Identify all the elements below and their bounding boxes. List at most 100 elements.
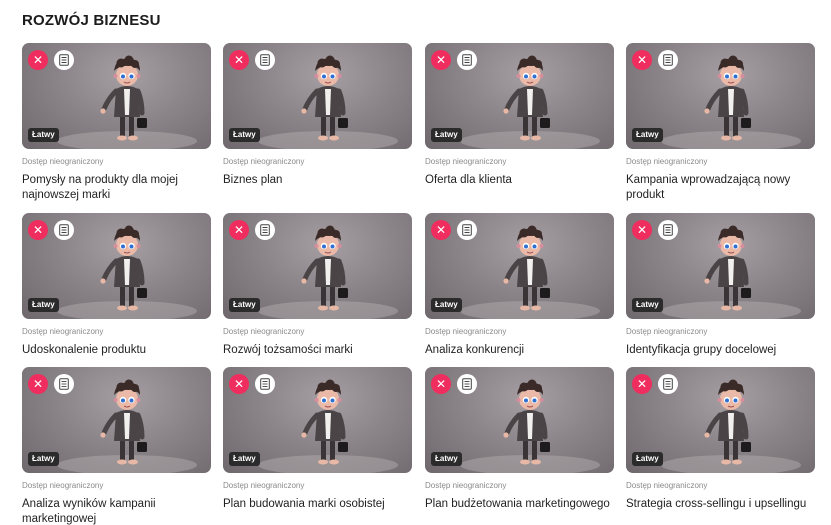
card-title[interactable]: Oferta dla klienta	[425, 173, 614, 188]
difficulty-badge: Łatwy	[431, 298, 462, 312]
document-icon	[260, 54, 270, 66]
difficulty-badge: Łatwy	[632, 452, 663, 466]
access-label: Dostęp nieograniczony	[223, 481, 305, 490]
access-label: Dostęp nieograniczony	[626, 157, 708, 166]
template-card[interactable]: ✕ Łatwy Dostęp nieograniczony Plan budow…	[223, 367, 412, 512]
access-label: Dostęp nieograniczony	[223, 157, 305, 166]
close-icon: ✕	[435, 377, 447, 391]
template-thumbnail[interactable]: ✕ Łatwy	[626, 367, 815, 473]
document-icon	[462, 54, 472, 66]
template-card[interactable]: ✕ Łatwy Dostęp nieograniczony Plan budże…	[425, 367, 614, 512]
access-label: Dostęp nieograniczony	[22, 327, 104, 336]
difficulty-badge: Łatwy	[229, 452, 260, 466]
close-icon: ✕	[636, 53, 648, 67]
card-title[interactable]: Pomysły na produkty dla mojej najnowszej…	[22, 173, 211, 203]
difficulty-badge: Łatwy	[229, 298, 260, 312]
card-title[interactable]: Biznes plan	[223, 173, 412, 188]
close-icon: ✕	[233, 223, 245, 237]
template-thumbnail[interactable]: ✕ Łatwy	[22, 367, 211, 473]
template-card[interactable]: ✕ Łatwy Dostęp nieograniczony Identyfika…	[626, 213, 815, 358]
card-title[interactable]: Rozwój tożsamości marki	[223, 343, 412, 358]
difficulty-badge: Łatwy	[229, 128, 260, 142]
document-icon	[59, 224, 69, 236]
card-title[interactable]: Kampania wprowadzającą nowy produkt	[626, 173, 815, 203]
card-title[interactable]: Plan budowania marki osobistej	[223, 497, 412, 512]
details-button[interactable]	[255, 374, 275, 394]
card-title[interactable]: Analiza konkurencji	[425, 343, 614, 358]
remove-button[interactable]: ✕	[28, 374, 48, 394]
difficulty-badge: Łatwy	[632, 128, 663, 142]
remove-button[interactable]: ✕	[229, 50, 249, 70]
difficulty-badge: Łatwy	[431, 128, 462, 142]
template-thumbnail[interactable]: ✕ Łatwy	[223, 43, 412, 149]
template-thumbnail[interactable]: ✕ Łatwy	[425, 213, 614, 319]
template-card[interactable]: ✕ Łatwy Dostęp nieograniczony Analiza wy…	[22, 367, 211, 525]
details-button[interactable]	[457, 220, 477, 240]
close-icon: ✕	[233, 377, 245, 391]
remove-button[interactable]: ✕	[28, 220, 48, 240]
details-button[interactable]	[457, 50, 477, 70]
difficulty-badge: Łatwy	[431, 452, 462, 466]
details-button[interactable]	[658, 220, 678, 240]
template-thumbnail[interactable]: ✕ Łatwy	[626, 213, 815, 319]
remove-button[interactable]: ✕	[28, 50, 48, 70]
details-button[interactable]	[54, 220, 74, 240]
template-card[interactable]: ✕ Łatwy Dostęp nieograniczony Udoskonale…	[22, 213, 211, 358]
document-icon	[260, 378, 270, 390]
access-label: Dostęp nieograniczony	[223, 327, 305, 336]
close-icon: ✕	[435, 223, 447, 237]
difficulty-badge: Łatwy	[28, 298, 59, 312]
details-button[interactable]	[54, 374, 74, 394]
card-title[interactable]: Udoskonalenie produktu	[22, 343, 211, 358]
card-title[interactable]: Plan budżetowania marketingowego	[425, 497, 614, 512]
template-card[interactable]: ✕ Łatwy Dostęp nieograniczony Oferta dla…	[425, 43, 614, 188]
remove-button[interactable]: ✕	[229, 374, 249, 394]
template-card[interactable]: ✕ Łatwy Dostęp nieograniczony Pomysły na…	[22, 43, 211, 203]
details-button[interactable]	[457, 374, 477, 394]
details-button[interactable]	[658, 50, 678, 70]
details-button[interactable]	[255, 220, 275, 240]
access-label: Dostęp nieograniczony	[425, 157, 507, 166]
remove-button[interactable]: ✕	[229, 220, 249, 240]
close-icon: ✕	[233, 53, 245, 67]
document-icon	[462, 378, 472, 390]
template-thumbnail[interactable]: ✕ Łatwy	[22, 213, 211, 319]
template-thumbnail[interactable]: ✕ Łatwy	[223, 367, 412, 473]
access-label: Dostęp nieograniczony	[425, 327, 507, 336]
remove-button[interactable]: ✕	[431, 374, 451, 394]
access-label: Dostęp nieograniczony	[22, 157, 104, 166]
access-label: Dostęp nieograniczony	[626, 327, 708, 336]
template-card[interactable]: ✕ Łatwy Dostęp nieograniczony Rozwój toż…	[223, 213, 412, 358]
template-thumbnail[interactable]: ✕ Łatwy	[425, 367, 614, 473]
remove-button[interactable]: ✕	[431, 50, 451, 70]
card-title[interactable]: Strategia cross-sellingu i upsellingu	[626, 497, 815, 512]
access-label: Dostęp nieograniczony	[425, 481, 507, 490]
card-title[interactable]: Analiza wyników kampanii marketingowej	[22, 497, 211, 525]
template-thumbnail[interactable]: ✕ Łatwy	[425, 43, 614, 149]
document-icon	[59, 378, 69, 390]
remove-button[interactable]: ✕	[632, 220, 652, 240]
template-thumbnail[interactable]: ✕ Łatwy	[223, 213, 412, 319]
template-card[interactable]: ✕ Łatwy Dostęp nieograniczony Strategia …	[626, 367, 815, 512]
remove-button[interactable]: ✕	[632, 50, 652, 70]
card-grid: ✕ Łatwy Dostęp nieograniczony Pomysły na…	[22, 43, 815, 525]
template-card[interactable]: ✕ Łatwy Dostęp nieograniczony Kampania w…	[626, 43, 815, 203]
details-button[interactable]	[255, 50, 275, 70]
details-button[interactable]	[658, 374, 678, 394]
template-card[interactable]: ✕ Łatwy Dostęp nieograniczony Analiza ko…	[425, 213, 614, 358]
template-thumbnail[interactable]: ✕ Łatwy	[22, 43, 211, 149]
template-card[interactable]: ✕ Łatwy Dostęp nieograniczony Biznes pla…	[223, 43, 412, 188]
details-button[interactable]	[54, 50, 74, 70]
difficulty-badge: Łatwy	[28, 128, 59, 142]
remove-button[interactable]: ✕	[632, 374, 652, 394]
close-icon: ✕	[32, 223, 44, 237]
close-icon: ✕	[636, 223, 648, 237]
access-label: Dostęp nieograniczony	[22, 481, 104, 490]
difficulty-badge: Łatwy	[28, 452, 59, 466]
document-icon	[663, 224, 673, 236]
card-title[interactable]: Identyfikacja grupy docelowej	[626, 343, 815, 358]
document-icon	[59, 54, 69, 66]
close-icon: ✕	[32, 53, 44, 67]
template-thumbnail[interactable]: ✕ Łatwy	[626, 43, 815, 149]
remove-button[interactable]: ✕	[431, 220, 451, 240]
